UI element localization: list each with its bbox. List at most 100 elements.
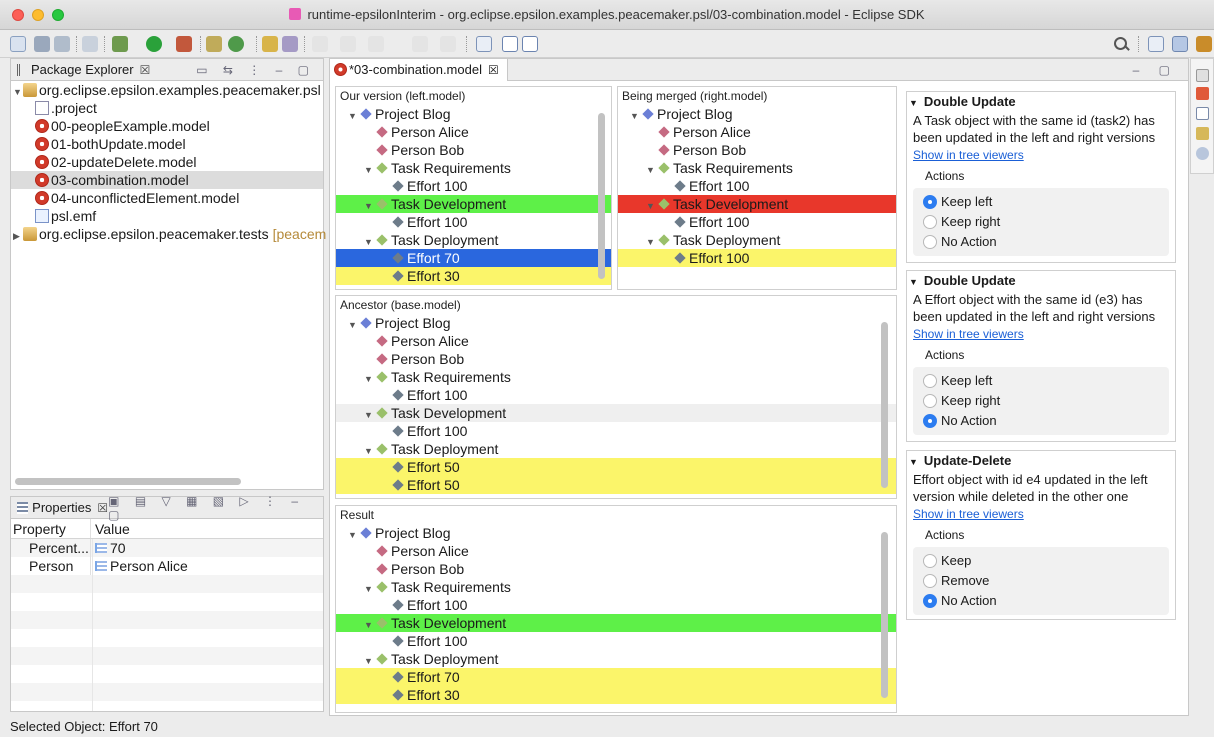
javadoc-icon[interactable] [1196,107,1209,120]
action-option[interactable]: Remove [923,571,1169,591]
radio-button[interactable] [923,554,937,568]
tree-item[interactable]: psl.emf [11,207,323,225]
model-tree-row[interactable]: ▼ Task Development [336,195,611,213]
run-icon[interactable] [146,36,162,52]
model-tree-row[interactable]: Effort 30 [336,267,611,285]
model-tree-row[interactable]: Person Bob [336,141,611,159]
save-all-icon[interactable] [54,36,70,52]
action-option[interactable]: Keep right [923,212,1169,232]
model-tree-row[interactable]: Person Alice [336,542,896,560]
model-tree-row[interactable]: ▼ Task Deployment [336,650,896,668]
conflict-header[interactable]: ▼ Double Update [907,92,1175,112]
model-tree-row[interactable]: Effort 70 [336,249,611,267]
model-tree-row[interactable]: ▼ Task Requirements [336,578,896,596]
save-icon[interactable] [34,36,50,52]
collapse-arrow-icon[interactable]: ▼ [909,98,918,108]
model-tree-row[interactable]: Person Alice [336,332,896,350]
search-tool-icon[interactable] [282,36,298,52]
action-option[interactable]: No Action [923,591,1169,611]
action-option[interactable]: Keep right [923,391,1169,411]
radio-button[interactable] [923,574,937,588]
model-tree-row[interactable]: Effort 100 [336,213,611,231]
collapse-all-icon[interactable] [522,36,538,52]
annotation-next-icon[interactable] [312,36,328,52]
model-tree-row[interactable]: ▼ Task Requirements [618,159,896,177]
java-perspective-icon[interactable] [1172,36,1188,52]
model-tree-row[interactable]: Person Alice [618,123,896,141]
tree-item[interactable]: 01-bothUpdate.model [11,135,323,153]
debug-icon[interactable] [112,36,128,52]
property-row[interactable]: Percent... 70 [11,539,323,557]
package-explorer-tab[interactable]: Package Explorer ☒ ▭ ⇆ ⋮ ‒ ▢ [11,59,323,81]
annotation-prev-icon[interactable] [340,36,356,52]
open-perspective-icon[interactable] [1148,36,1164,52]
collapsed-arrow-icon[interactable]: ▶ [13,227,23,245]
tree-item[interactable]: .project [11,99,323,117]
close-view-icon[interactable]: ☒ [140,63,151,77]
tree-item[interactable]: ▼ org.eclipse.epsilon.examples.peacemaker… [11,81,323,99]
properties-toolbar-icons[interactable]: ▣ ▤ ▽ ▦ ▧ ▷ ⋮ ‒ ▢ [108,494,315,522]
vertical-scrollbar[interactable] [881,322,888,488]
model-tree-row[interactable]: ▼ Task Requirements [336,159,611,177]
properties-tab[interactable]: Properties ☒ ▣ ▤ ▽ ▦ ▧ ▷ ⋮ ‒ ▢ [11,494,323,522]
model-tree-row[interactable]: Effort 30 [336,686,896,704]
model-tree-row[interactable]: Person Bob [336,560,896,578]
collapse-arrow-icon[interactable]: ▼ [909,277,918,287]
vertical-scrollbar[interactable] [881,532,888,698]
action-option[interactable]: No Action [923,411,1169,431]
skip-breakpoints-icon[interactable] [82,36,98,52]
radio-button[interactable] [923,195,937,209]
git-perspective-icon[interactable] [1196,36,1212,52]
model-tree-row[interactable]: Effort 70 [336,668,896,686]
new-icon[interactable] [10,36,26,52]
radio-button[interactable] [923,414,937,428]
model-tree-row[interactable]: ▼ Task Development [618,195,896,213]
model-tree-row[interactable]: Person Bob [618,141,896,159]
radio-button[interactable] [923,374,937,388]
tree-item[interactable]: 04-unconflictedElement.model [11,189,323,207]
model-tree-row[interactable]: Person Bob [336,350,896,368]
model-tree-row[interactable]: Effort 100 [336,386,896,404]
model-tree-row[interactable]: Effort 100 [336,632,896,650]
forward-icon[interactable] [440,36,456,52]
model-tree-row[interactable]: ▼ Task Development [336,614,896,632]
model-tree-row[interactable]: Effort 100 [336,596,896,614]
editor-tab-03-combination[interactable]: *03-combination.model ☒ [330,58,508,81]
horizontal-scrollbar[interactable] [15,478,241,485]
property-value[interactable]: 70 [91,539,126,557]
view-menu-icons[interactable]: ▭ ⇆ ⋮ ‒ ▢ [196,63,315,77]
model-tree-row[interactable]: Effort 100 [336,422,896,440]
model-tree-row[interactable]: ▼ Project Blog [618,105,896,123]
model-tree-row[interactable]: ▼ Project Blog [336,105,611,123]
back-icon[interactable] [412,36,428,52]
model-tree-row[interactable]: ▼ Project Blog [336,314,896,332]
radio-button[interactable] [923,594,937,608]
show-in-tree-viewers-link[interactable]: Show in tree viewers [907,507,1175,521]
collapse-arrow-icon[interactable]: ▼ [909,457,918,467]
last-edit-icon[interactable] [368,36,384,52]
show-in-tree-viewers-link[interactable]: Show in tree viewers [907,327,1175,341]
restore-icon[interactable] [1196,69,1209,82]
model-tree-row[interactable]: Effort 100 [618,177,896,195]
action-option[interactable]: Keep left [923,192,1169,212]
model-tree-row[interactable]: Effort 100 [336,177,611,195]
search-icon[interactable] [1113,36,1129,52]
tree-item[interactable]: 00-peopleExample.model [11,117,323,135]
tree-item[interactable]: 03-combination.model [11,171,323,189]
action-option[interactable]: Keep left [923,371,1169,391]
value-column-header[interactable]: Value [91,519,130,538]
model-tree-row[interactable]: Effort 100 [618,213,896,231]
action-option[interactable]: Keep [923,551,1169,571]
model-tree-row[interactable]: Effort 50 [336,458,896,476]
declaration-icon[interactable] [1196,127,1209,140]
action-option[interactable]: No Action [923,232,1169,252]
model-tree-row[interactable]: ▼ Task Development [336,404,896,422]
new-class-icon[interactable] [228,36,244,52]
show-in-tree-viewers-link[interactable]: Show in tree viewers [907,148,1175,162]
model-tree-row[interactable]: ▼ Task Requirements [336,368,896,386]
model-tree-row[interactable]: Effort 50 [336,476,896,494]
model-tree-row[interactable]: ▼ Task Deployment [336,440,896,458]
radio-button[interactable] [923,215,937,229]
vertical-scrollbar[interactable] [598,113,605,279]
conflict-header[interactable]: ▼ Double Update [907,271,1175,291]
